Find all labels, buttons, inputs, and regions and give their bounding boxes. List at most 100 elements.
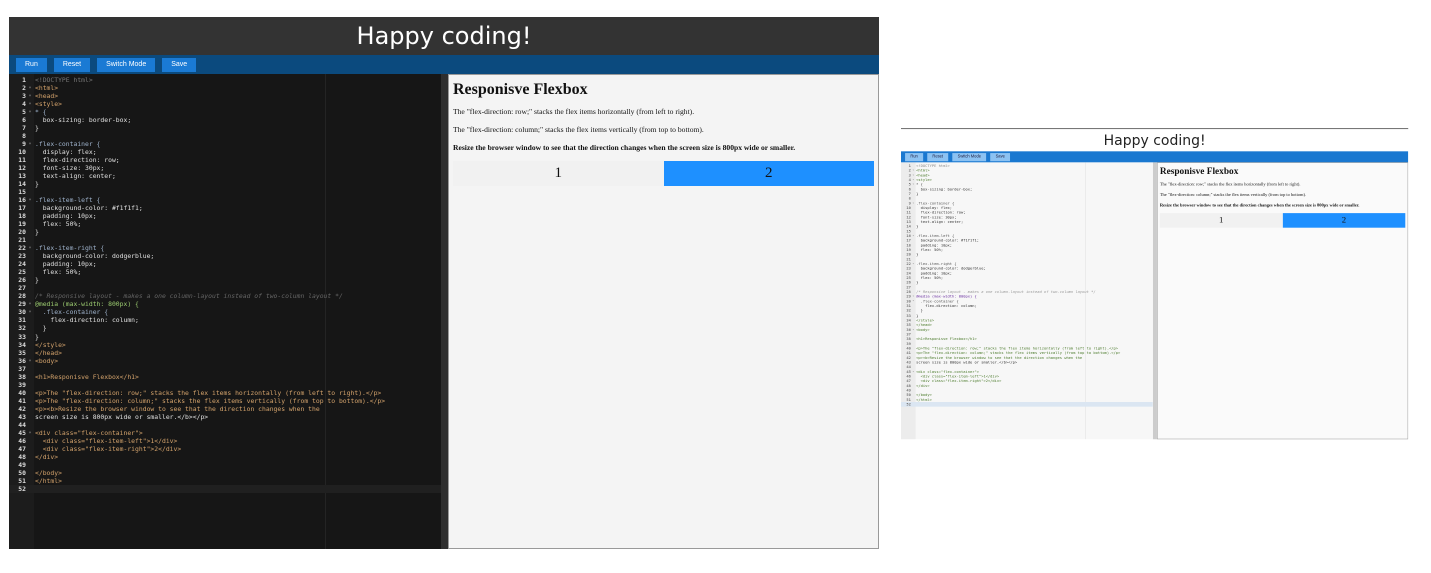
code-line[interactable]: 24 padding: 10px; — [9, 260, 441, 268]
code-line[interactable]: 42 <p><b>Resize the browser window to see… — [9, 405, 441, 413]
code-line[interactable]: 34 </style> — [9, 341, 441, 349]
code-line[interactable]: 23 background-color: dodgerblue; — [9, 252, 441, 260]
code-line[interactable]: 5 ▾ * { — [9, 108, 441, 116]
code-line[interactable]: 41 <p>The "flex-direction: column;" stack… — [9, 397, 441, 405]
fold-arrow-icon[interactable]: ▾ — [26, 100, 34, 108]
line-number: 52 — [18, 484, 26, 493]
code-line[interactable]: 36 ▾ <body> — [9, 357, 441, 365]
code-line[interactable]: 11 flex-direction: row; — [9, 156, 441, 164]
code-line[interactable]: 21 — [9, 236, 441, 244]
code-line[interactable]: 20} — [9, 228, 441, 236]
line-number: 47 — [18, 444, 26, 453]
fold-arrow-icon[interactable]: ▾ — [26, 357, 34, 365]
code-line[interactable]: 31 flex-direction: column; — [9, 316, 441, 324]
code-line[interactable]: 9 ▾ .flex-container { — [9, 140, 441, 148]
switch-mode-button[interactable]: Switch Mode — [97, 57, 156, 72]
fold-arrow-icon[interactable]: ▾ — [26, 308, 34, 316]
code-line[interactable]: 50 </body> — [9, 469, 441, 477]
code-line[interactable]: 17 background-color: #f1f1f1; — [9, 204, 441, 212]
code-line[interactable]: 13 text-align: center; — [9, 172, 441, 180]
fold-arrow-icon[interactable]: ▾ — [26, 92, 34, 100]
save-button[interactable]: Save — [162, 57, 197, 72]
code-line[interactable]: 3 ▾ <head> — [9, 92, 441, 100]
code-line[interactable]: 4 ▾ <style> — [9, 100, 441, 108]
line-number: 49 — [18, 460, 26, 469]
code-line[interactable]: 47 <div class="flex-item-right">2</div> — [9, 445, 441, 453]
code-line[interactable]: 52 — [901, 401, 1153, 407]
code-line[interactable]: 32 } — [9, 324, 441, 332]
reset-button[interactable]: Reset — [927, 152, 949, 161]
line-number: 10 — [18, 148, 26, 157]
code-line[interactable]: 40 <p>The "flex-direction: row;" stacks t… — [9, 389, 441, 397]
code-lines[interactable]: 1 <!DOCTYPE html> 2 ▾ <html> 3 ▾ <head> 4 ▾ <style… — [9, 76, 441, 493]
fold-arrow-icon[interactable]: ▾ — [26, 84, 34, 92]
code-line[interactable]: 1 <!DOCTYPE html> — [9, 76, 441, 84]
code-line[interactable]: 10 display: flex; — [9, 148, 441, 156]
code-line[interactable]: 26} — [9, 276, 441, 284]
code-line[interactable]: 45 ▾ <div class="flex-container"> — [9, 429, 441, 437]
reset-button[interactable]: Reset — [53, 57, 91, 72]
code-line[interactable]: 46 <div class="flex-item-left">1</div> — [9, 437, 441, 445]
code-line[interactable]: 51 </html> — [9, 477, 441, 485]
code-line[interactable]: 29 ▾ @media (max-width: 800px) { — [9, 300, 441, 308]
code-line[interactable]: 39 — [9, 381, 441, 389]
line-number: 29 — [18, 300, 26, 309]
pane-splitter[interactable] — [441, 74, 448, 549]
code-line[interactable]: 14} — [9, 180, 441, 188]
line-number: 33 — [18, 332, 26, 341]
code-line[interactable]: 7} — [9, 124, 441, 132]
code-lines[interactable]: 1 <!DOCTYPE html> 2 ▾ <html> 3 ▾ <head> 4 ▾ <style… — [901, 164, 1153, 407]
code-line[interactable]: 52 — [9, 484, 441, 493]
code-line[interactable]: 18 padding: 10px; — [9, 212, 441, 220]
fold-arrow-icon[interactable]: ▾ — [26, 429, 34, 437]
code-line[interactable]: 8 — [9, 132, 441, 140]
code-line[interactable]: 25 flex: 50%; — [9, 268, 441, 276]
code-line[interactable]: 28 /* Responsive layout - makes a one col… — [9, 292, 441, 300]
code-line[interactable]: 43 screen size is 800px wide or smaller.<… — [9, 413, 441, 421]
switch-mode-button[interactable]: Switch Mode — [952, 152, 987, 161]
fold-arrow-icon[interactable]: ▾ — [26, 196, 34, 204]
code-editor[interactable]: 1 <!DOCTYPE html> 2 ▾ <html> 3 ▾ <head> 4 ▾ <style… — [901, 162, 1153, 440]
code-text: <head> — [35, 92, 59, 101]
fold-arrow-icon[interactable]: ▾ — [26, 300, 34, 308]
line-number: 44 — [18, 420, 26, 429]
code-line[interactable]: 44 — [9, 421, 441, 429]
code-line[interactable]: 38 <h1>Responisve Flexbox</h1> — [9, 373, 441, 381]
run-button[interactable]: Run — [16, 57, 47, 72]
code-text: <div class="flex-item-right">2</div> — [35, 444, 182, 453]
fold-arrow-icon[interactable]: ▾ — [26, 108, 34, 116]
code-text: flex-direction: column; — [916, 303, 977, 309]
line-number: 46 — [18, 436, 26, 445]
code-line[interactable]: 37 — [9, 365, 441, 373]
code-line[interactable]: 12 font-size: 30px; — [9, 164, 441, 172]
code-line[interactable]: 15 — [9, 188, 441, 196]
code-line[interactable]: 27 — [9, 284, 441, 292]
code-line[interactable]: 6 box-sizing: border-box; — [9, 116, 441, 124]
code-line[interactable]: 49 — [9, 461, 441, 469]
code-line[interactable]: 16 ▾ .flex-item-left { — [9, 196, 441, 204]
code-line[interactable]: 33} — [9, 333, 441, 341]
code-line[interactable]: 2 ▾ <html> — [9, 84, 441, 92]
code-line[interactable]: 19 flex: 50%; — [9, 220, 441, 228]
code-text: font-size: 30px; — [35, 164, 105, 173]
toolbar: Run Reset Switch Mode Save — [901, 151, 1409, 163]
code-text: } — [35, 324, 47, 333]
code-line[interactable]: 30 ▾ .flex-container { — [9, 308, 441, 316]
code-line[interactable]: 35 </head> — [9, 349, 441, 357]
run-button[interactable]: Run — [905, 152, 924, 161]
code-line[interactable]: 48 </div> — [9, 453, 441, 461]
code-text: .flex-item-left { — [35, 196, 101, 205]
fold-arrow-icon[interactable]: ▾ — [26, 244, 34, 252]
save-button[interactable]: Save — [990, 152, 1011, 161]
code-editor[interactable]: 1 <!DOCTYPE html> 2 ▾ <html> 3 ▾ <head> 4 ▾ <style… — [9, 74, 441, 549]
code-line[interactable]: 22 ▾ .flex-item-right { — [9, 244, 441, 252]
fold-arrow-icon[interactable]: ▾ — [26, 140, 34, 148]
